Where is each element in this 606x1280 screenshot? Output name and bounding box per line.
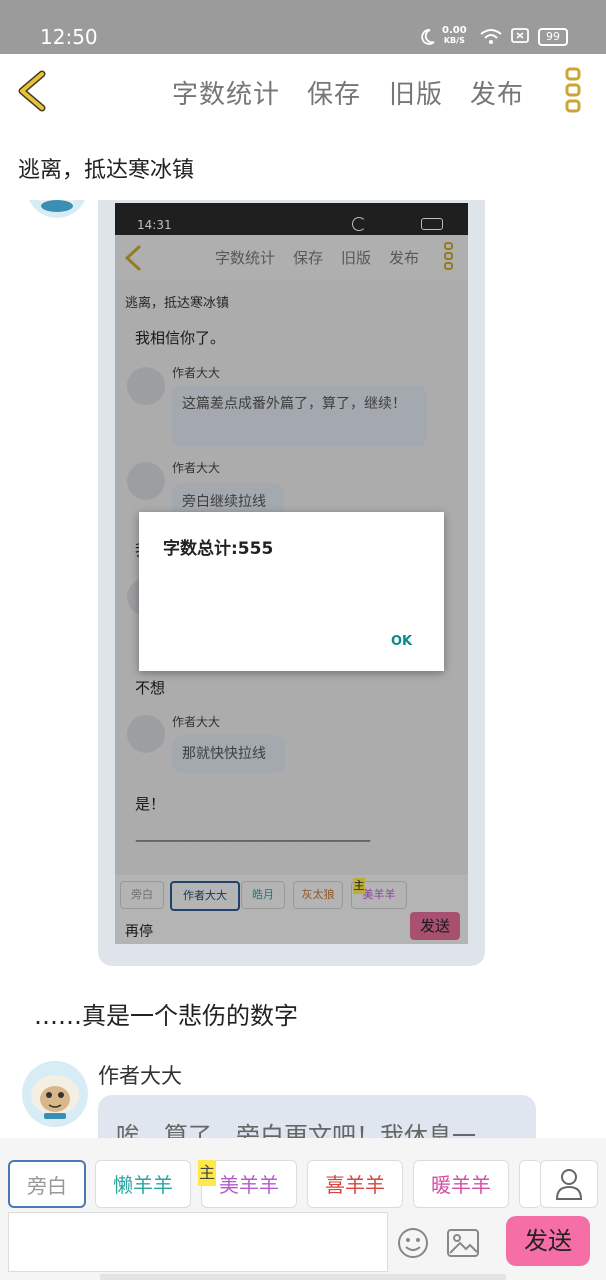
author-name: 作者大大: [98, 1064, 182, 1088]
moon-icon: [421, 29, 435, 45]
dialog-message: 字数总计:555: [163, 539, 274, 559]
role-manage-button[interactable]: [540, 1160, 598, 1208]
status-bar: 12:50 0.00 KB/S 99: [0, 0, 606, 54]
network-speed: 0.00 KB/S: [442, 25, 467, 46]
old-version-button[interactable]: 旧版: [389, 74, 443, 111]
author-avatar[interactable]: [22, 1061, 88, 1127]
role-tab-nuanyangyang[interactable]: 暖羊羊: [413, 1160, 509, 1208]
message-input[interactable]: [8, 1212, 388, 1272]
person-icon: [555, 1169, 583, 1200]
narration-text: ……真是一个悲伤的数字: [34, 1002, 298, 1030]
save-button[interactable]: 保存: [307, 74, 361, 111]
battery-icon: 99: [538, 28, 568, 46]
wifi-icon: [480, 29, 502, 44]
status-time: 12:50: [40, 25, 98, 49]
publish-button[interactable]: 发布: [470, 74, 524, 111]
toolbar: 字数统计 保存 旧版 发布: [0, 54, 606, 129]
document-title[interactable]: 逃离，抵达寒冰镇: [18, 152, 194, 184]
main-role-badge: 主: [198, 1160, 216, 1186]
more-menu-icon[interactable]: [564, 66, 584, 116]
role-tab-lanyangyang[interactable]: 懒羊羊: [95, 1160, 191, 1208]
sim-icon: [511, 28, 529, 43]
role-tab-narrator[interactable]: 旁白: [8, 1160, 86, 1208]
dialog-ok-button: OK: [391, 634, 413, 649]
role-tab-overflow[interactable]: [519, 1160, 541, 1208]
back-icon[interactable]: [14, 70, 48, 112]
keyboard-edge: [100, 1274, 506, 1280]
send-button[interactable]: 发送: [506, 1216, 590, 1266]
word-count-dialog: 字数总计:555 OK: [139, 512, 444, 671]
word-count-button[interactable]: 字数统计: [172, 74, 280, 111]
sheep-avatar-icon: [22, 1061, 88, 1127]
role-tab-xiyangyang[interactable]: 喜羊羊: [307, 1160, 403, 1208]
emoji-icon[interactable]: [396, 1226, 430, 1260]
embedded-screenshot: 14:31 字数统计 保存 旧版 发布 逃离，抵达寒冰镇 我相信你了。 作者大大…: [115, 203, 468, 944]
image-icon[interactable]: [446, 1228, 480, 1258]
